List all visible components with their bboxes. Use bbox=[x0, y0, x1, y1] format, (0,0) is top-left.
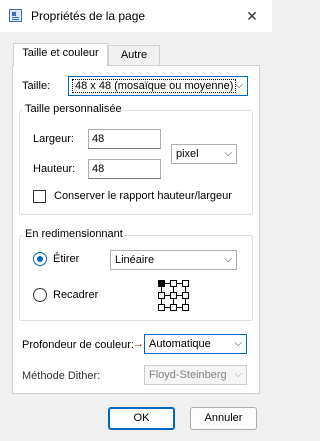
crop-label[interactable]: Recadrer bbox=[53, 289, 98, 301]
size-select-value: 48 x 48 (mosaïque ou moyenne) bbox=[71, 79, 237, 93]
title-bar: Propriétés de la page ✕ bbox=[0, 0, 272, 32]
window-title: Propriétés de la page bbox=[31, 9, 146, 23]
height-label: Hauteur: bbox=[33, 163, 76, 175]
ok-button[interactable]: OK bbox=[108, 407, 175, 430]
anchor-grid-icon[interactable] bbox=[156, 278, 192, 314]
unit-select-value: pixel bbox=[176, 148, 199, 160]
custom-size-group-title: Taille personnalisée bbox=[23, 103, 124, 115]
resize-method-select[interactable]: Linéaire ⌵ bbox=[110, 250, 237, 270]
chevron-down-icon: ⌵ bbox=[234, 338, 242, 349]
crop-radio[interactable] bbox=[33, 288, 47, 302]
tab-panel: Taille: 48 x 48 (mosaïque ou moyenne) ⌵ … bbox=[12, 65, 260, 394]
size-label: Taille: bbox=[22, 80, 51, 92]
keep-ratio-checkbox[interactable] bbox=[33, 190, 46, 203]
dither-select: Floyd-Steinberg ⌵ bbox=[144, 365, 247, 385]
close-icon: ✕ bbox=[246, 7, 258, 24]
close-button[interactable]: ✕ bbox=[232, 0, 272, 32]
dither-label: Méthode Dither: bbox=[22, 370, 101, 382]
keep-ratio-label[interactable]: Conserver le rapport hauteur/largeur bbox=[54, 190, 232, 202]
dither-value: Floyd-Steinberg bbox=[149, 369, 227, 381]
width-label: Largeur: bbox=[33, 133, 74, 145]
page-properties-icon bbox=[9, 9, 22, 22]
tab-size-and-color[interactable]: Taille et couleur bbox=[13, 43, 108, 66]
stretch-radio[interactable] bbox=[33, 252, 47, 266]
color-depth-value: Automatique bbox=[149, 338, 211, 350]
resize-group bbox=[19, 235, 253, 321]
tab-other[interactable]: Autre bbox=[108, 45, 160, 66]
color-depth-label: Profondeur de couleur: bbox=[22, 339, 134, 351]
resize-group-title: En redimensionnant bbox=[23, 228, 125, 240]
cancel-button[interactable]: Annuler bbox=[190, 407, 257, 430]
color-depth-select[interactable]: Automatique ⌵ bbox=[144, 334, 247, 354]
stretch-label[interactable]: Étirer bbox=[53, 253, 79, 265]
chevron-down-icon: ⌵ bbox=[234, 369, 242, 380]
resize-method-value: Linéaire bbox=[115, 254, 155, 266]
chevron-down-icon: ⌵ bbox=[224, 148, 232, 159]
chevron-down-icon: ⌵ bbox=[235, 80, 243, 91]
size-select[interactable]: 48 x 48 (mosaïque ou moyenne) ⌵ bbox=[68, 76, 248, 96]
unit-select[interactable]: pixel ⌵ bbox=[171, 144, 237, 164]
width-field[interactable]: 48 bbox=[88, 129, 161, 149]
arrow-right-icon: → bbox=[133, 338, 144, 350]
height-field[interactable]: 48 bbox=[88, 159, 161, 179]
chevron-down-icon: ⌵ bbox=[224, 254, 232, 265]
